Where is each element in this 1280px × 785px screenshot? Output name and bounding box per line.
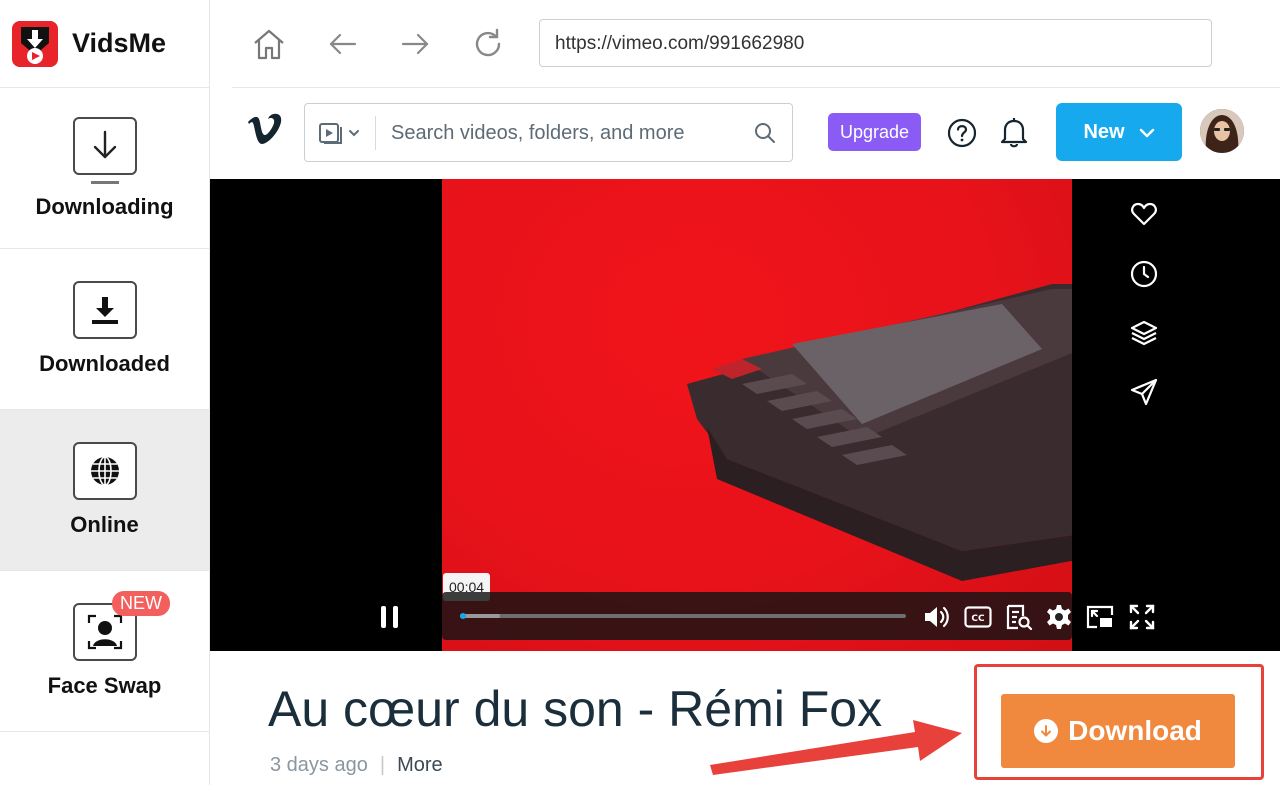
new-button-label: New: [1083, 120, 1125, 143]
home-icon[interactable]: [249, 24, 289, 64]
download-button-label: Download: [1068, 715, 1202, 746]
new-badge: NEW: [112, 591, 170, 616]
download-circle-icon: [1034, 719, 1059, 743]
player-controls: CC: [442, 592, 1072, 640]
bell-icon[interactable]: [1000, 116, 1028, 153]
download-button[interactable]: Download: [1001, 694, 1235, 768]
cassette-player-image: [687, 284, 1072, 581]
sidebar-item-downloading[interactable]: Downloading: [0, 88, 209, 249]
transcript-icon[interactable]: [1005, 604, 1033, 635]
vidsme-logo-icon: [12, 20, 58, 67]
search-input[interactable]: Search videos, folders, and more: [391, 122, 685, 145]
player-side-actions: [1128, 201, 1160, 437]
upgrade-button[interactable]: Upgrade: [828, 113, 921, 151]
svg-text:CC: CC: [971, 614, 985, 624]
video-player[interactable]: 00:04 CC: [210, 179, 1280, 651]
pip-icon[interactable]: [1086, 605, 1114, 634]
more-link[interactable]: More: [397, 754, 443, 776]
heart-icon[interactable]: [1128, 201, 1160, 260]
sidebar-item-online[interactable]: Online: [0, 410, 209, 571]
search-divider: [375, 116, 376, 150]
sidebar-item-label: Face Swap: [47, 673, 162, 698]
sidebar-item-face-swap[interactable]: NEW Face Swap: [0, 571, 209, 732]
app-name: VidsMe: [72, 28, 167, 58]
fullscreen-icon[interactable]: [1128, 603, 1156, 636]
clock-icon[interactable]: [1128, 260, 1160, 319]
settings-icon[interactable]: [1046, 604, 1072, 635]
meta-divider: |: [379, 754, 386, 776]
sidebar-item-label: Downloaded: [39, 351, 170, 376]
sidebar-item-label: Downloading: [35, 193, 174, 219]
avatar[interactable]: [1200, 109, 1244, 153]
posted-time: 3 days ago: [270, 754, 368, 776]
send-icon[interactable]: [1128, 378, 1160, 437]
help-icon[interactable]: [947, 118, 977, 153]
back-arrow-icon[interactable]: [323, 24, 363, 64]
pointer-arrow-icon: [710, 720, 962, 775]
progress-fill: [460, 614, 501, 618]
brand: VidsMe: [0, 0, 209, 88]
pause-icon[interactable]: [379, 604, 401, 635]
download-tray-icon: [72, 281, 137, 339]
chevron-down-icon: [1139, 121, 1155, 144]
reload-icon[interactable]: [468, 24, 508, 64]
vimeo-logo-icon[interactable]: [246, 113, 284, 152]
cc-icon[interactable]: CC: [964, 606, 992, 633]
progress-handle[interactable]: [460, 613, 466, 619]
address-bar[interactable]: https://vimeo.com/991662980: [539, 19, 1212, 67]
sidebar-item-label: Online: [70, 512, 139, 537]
progress-bar[interactable]: [460, 613, 906, 619]
downloading-indicator: [90, 180, 119, 184]
video-type-icon[interactable]: [317, 119, 367, 147]
video-frame[interactable]: [442, 179, 1072, 651]
app-sidebar: VidsMe Downloading Downloaded Online NEW…: [0, 0, 210, 785]
video-meta: 3 days ago | More: [270, 754, 443, 777]
browser-toolbar: https://vimeo.com/991662980: [232, 0, 1280, 88]
search-icon[interactable]: [754, 122, 776, 149]
layers-icon[interactable]: [1128, 319, 1160, 378]
new-button[interactable]: New: [1056, 103, 1182, 161]
vimeo-header: Search videos, folders, and more Upgrade…: [232, 88, 1280, 179]
volume-icon[interactable]: [922, 604, 950, 635]
sidebar-item-downloaded[interactable]: Downloaded: [0, 249, 209, 410]
globe-icon: [72, 442, 137, 500]
forward-arrow-icon[interactable]: [395, 24, 435, 64]
download-arrow-icon: [72, 116, 137, 175]
search-box[interactable]: Search videos, folders, and more: [304, 103, 793, 162]
